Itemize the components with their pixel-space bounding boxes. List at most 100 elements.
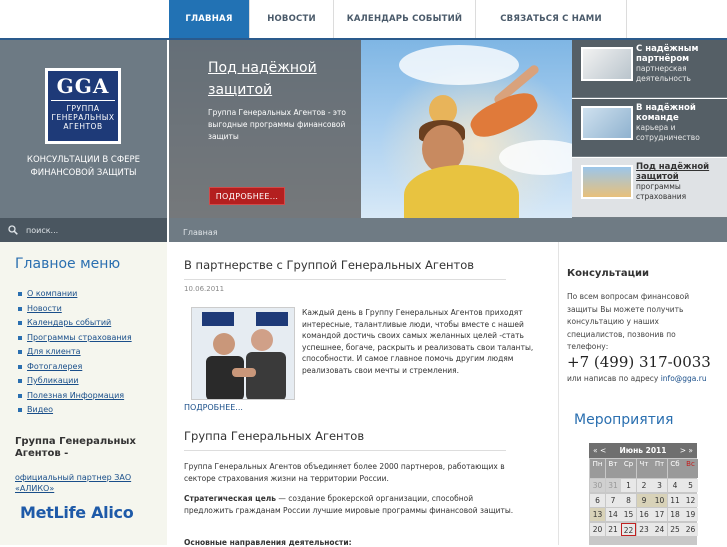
panel-title: Под надёжной защитой — [636, 162, 710, 182]
column-divider — [558, 242, 559, 545]
menu-item-programs[interactable]: Программы страхования — [18, 333, 132, 342]
panel-thumbnail — [581, 106, 633, 140]
calendar-weekday: Пн — [590, 459, 605, 478]
calendar-day[interactable]: 1 — [621, 479, 636, 492]
events-title: Мероприятия — [574, 412, 674, 428]
nav-news[interactable]: НОВОСТИ — [249, 0, 333, 38]
calendar-day[interactable]: 20 — [590, 522, 605, 536]
panel-subtitle: партнерская деятельность — [636, 64, 691, 83]
calendar-day[interactable]: 9 — [636, 493, 652, 507]
phone-number[interactable]: +7 (499) 317-0033 — [567, 353, 711, 371]
logo-abbr: GGA — [51, 75, 115, 101]
calendar-day[interactable]: 13 — [590, 508, 605, 521]
slider-panel-partner[interactable]: С надёжным партнёром партнерская деятель… — [572, 40, 727, 98]
nav-home[interactable]: ГЛАВНАЯ — [169, 0, 249, 38]
menu-item-label: Для клиента — [27, 347, 81, 356]
panel-thumbnail — [581, 165, 633, 199]
hero-text: Группа Генеральных Агентов - это выгодны… — [208, 108, 346, 141]
calendar-header: « < Июнь 2011 > » — [589, 443, 697, 458]
menu-item-news[interactable]: Новости — [18, 304, 62, 313]
email-prefix: или написав по адресу — [567, 374, 661, 383]
bullet-icon — [18, 364, 22, 369]
email-link[interactable]: info@gga.ru — [661, 374, 707, 383]
calendar-day[interactable]: 26 — [683, 522, 698, 536]
menu-item-video[interactable]: Видео — [18, 405, 53, 414]
panel-subtitle: программы страхования — [636, 182, 687, 201]
group-block-title: Группа Генеральных Агентов - — [15, 436, 136, 459]
consult-title: Консультации — [567, 268, 650, 279]
calendar-day[interactable]: 17 — [652, 508, 667, 521]
calendar-day[interactable]: 22 — [621, 522, 636, 536]
gga-logo[interactable]: GGA ГРУППА ГЕНЕРАЛЬНЫХ АГЕНТОВ — [45, 68, 121, 144]
calendar-day[interactable]: 5 — [683, 479, 698, 492]
nav-events-calendar[interactable]: КАЛЕНДАРЬ СОБЫТИЙ — [333, 0, 475, 38]
calendar-weekday: Вт — [605, 459, 621, 478]
bullet-icon — [18, 291, 22, 296]
calendar-day[interactable]: 31 — [605, 479, 621, 492]
article-more-link[interactable]: ПОДРОБНЕЕ... — [184, 403, 243, 412]
calendar-day[interactable]: 6 — [590, 493, 605, 507]
calendar-prev-button[interactable]: « < — [593, 446, 606, 455]
calendar-weekday: Чт — [636, 459, 652, 478]
search-input[interactable]: поиск... — [26, 226, 58, 235]
calendar-day[interactable]: 12 — [683, 493, 698, 507]
calendar-day[interactable]: 15 — [621, 508, 636, 521]
search-icon — [8, 225, 18, 235]
calendar-day[interactable]: 2 — [636, 479, 652, 492]
menu-item-clients[interactable]: Для клиента — [18, 347, 81, 356]
calendar-day[interactable]: 16 — [636, 508, 652, 521]
menu-item-publications[interactable]: Публикации — [18, 376, 79, 385]
bullet-icon — [18, 407, 22, 412]
divider — [184, 279, 506, 280]
section-title: Группа Генеральных Агентов — [184, 429, 365, 443]
group-block-partner-link[interactable]: официальный партнер ЗАО «АЛИКО» — [15, 472, 155, 494]
menu-item-label: Фотогалерея — [27, 362, 83, 371]
bullet-icon — [18, 335, 22, 340]
menu-item-useful-info[interactable]: Полезная Информация — [18, 391, 124, 400]
search-bar[interactable]: поиск... — [0, 218, 167, 242]
calendar-day[interactable]: 30 — [590, 479, 605, 492]
calendar-day[interactable]: 23 — [636, 522, 652, 536]
hero-more-button[interactable]: ПОДРОБНЕЕ... — [209, 187, 285, 205]
nav-contact[interactable]: СВЯЗАТЬСЯ С НАМИ — [475, 0, 627, 38]
calendar-day[interactable]: 11 — [667, 493, 683, 507]
article-text: Каждый день в Группу Генеральных Агентов… — [302, 308, 534, 375]
article-date: 10.06.2011 — [184, 285, 225, 293]
panel-subtitle: карьера и сотрудничество — [636, 123, 700, 142]
menu-item-about[interactable]: О компании — [18, 289, 77, 298]
slider-panel-team[interactable]: В надёжной команде карьера и сотрудничес… — [572, 99, 727, 157]
article-title: В партнерстве с Группой Генеральных Аген… — [184, 258, 475, 272]
calendar-day[interactable]: 10 — [652, 493, 667, 507]
calendar-day[interactable]: 24 — [652, 522, 667, 536]
metlife-alico-logo[interactable]: MetLife Alico — [20, 503, 134, 522]
logo-line1: ГРУППА — [66, 104, 100, 113]
bullet-icon — [18, 349, 22, 354]
calendar-day[interactable]: 8 — [621, 493, 636, 507]
menu-item-calendar[interactable]: Календарь событий — [18, 318, 111, 327]
calendar-day[interactable]: 14 — [605, 508, 621, 521]
calendar-weekday: Сб — [667, 459, 683, 478]
bullet-icon — [18, 393, 22, 398]
calendar-next-button[interactable]: > » — [680, 446, 693, 455]
calendar-day[interactable]: 7 — [605, 493, 621, 507]
logo-line2: ГЕНЕРАЛЬНЫХ — [51, 113, 115, 122]
email-line: или написав по адресу info@gga.ru — [567, 374, 707, 383]
section-paragraph: Группа Генеральных Агентов объединяет бо… — [184, 462, 505, 483]
bullet-icon — [18, 320, 22, 325]
calendar-day[interactable]: 25 — [667, 522, 683, 536]
calendar-day[interactable]: 19 — [683, 508, 698, 521]
calendar-day[interactable]: 21 — [605, 522, 621, 536]
menu-item-label: Полезная Информация — [27, 391, 125, 400]
calendar-weekday: Ср — [621, 459, 636, 478]
calendar-month: Июнь 2011 — [619, 446, 667, 455]
menu-item-gallery[interactable]: Фотогалерея — [18, 362, 82, 371]
breadcrumb: Главная — [169, 218, 727, 242]
hero-title[interactable]: Под надёжной защитой — [208, 57, 348, 101]
calendar-day[interactable]: 4 — [667, 479, 683, 492]
consult-text: По всем вопросам финансовой защиты Вы мо… — [567, 292, 690, 351]
menu-item-label: Видео — [27, 405, 54, 414]
slider-panel-protection[interactable]: Под надёжной защитой программы страхован… — [572, 158, 727, 218]
panel-title: С надёжным партнёром — [636, 44, 699, 64]
calendar-day[interactable]: 3 — [652, 479, 667, 492]
calendar-day[interactable]: 18 — [667, 508, 683, 521]
